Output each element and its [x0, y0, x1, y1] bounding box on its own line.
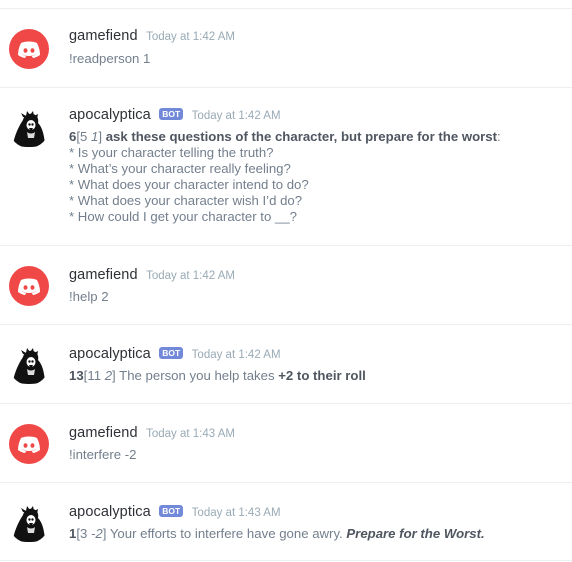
message-text: !help 2	[69, 289, 109, 304]
skull-figure-icon	[9, 108, 49, 148]
bot-avatar[interactable]	[9, 503, 49, 543]
bot-badge: BOT	[159, 505, 184, 517]
roll-total: 13	[69, 368, 84, 383]
roll-result: 13[11 2] The person you help takes +2 to…	[69, 368, 366, 384]
discord-logo-icon	[18, 436, 40, 453]
chat-message: gamefiend Today at 1:42 AM !help 2	[0, 245, 572, 325]
timestamp: Today at 1:42 AM	[146, 270, 235, 282]
question-line: * Is your character telling the truth?	[69, 145, 274, 160]
roll-outcome: Your efforts to interfere have gone awry…	[106, 526, 347, 541]
timestamp: Today at 1:43 AM	[146, 428, 235, 440]
username[interactable]: gamefiend	[69, 425, 138, 441]
bot-badge: BOT	[159, 347, 184, 359]
chat-message: gamefiend Today at 1:43 AM !interfere -2	[0, 403, 572, 483]
roll-bonus: +2 to their roll	[278, 368, 366, 383]
bot-avatar[interactable]	[9, 345, 49, 385]
chat-message: apocalyptica BOT Today at 1:42 AM 6[5 1]…	[0, 87, 572, 245]
question-line: * What does your character wish I’d do?	[69, 193, 303, 208]
user-avatar[interactable]	[9, 266, 49, 306]
chat-message: apocalyptica BOT Today at 1:42 AM 13[11 …	[0, 324, 572, 404]
username[interactable]: gamefiend	[69, 28, 138, 44]
discord-logo-icon	[18, 278, 40, 295]
roll-result: 6[5 1] ask these questions of the charac…	[69, 129, 501, 145]
roll-outcome: ask these questions of the character, bu…	[102, 129, 498, 144]
timestamp: Today at 1:42 AM	[146, 31, 235, 43]
roll-warning: Prepare for the Worst.	[346, 526, 485, 541]
timestamp: Today at 1:43 AM	[191, 507, 281, 519]
user-avatar[interactable]	[9, 424, 49, 464]
timestamp: Today at 1:42 AM	[191, 349, 281, 361]
skull-figure-icon	[9, 503, 49, 543]
roll-dice: [5	[76, 129, 92, 144]
question-line: * What does your character intend to do?	[69, 177, 309, 192]
roll-dice: [11	[83, 368, 105, 383]
user-avatar[interactable]	[9, 29, 49, 69]
timestamp: Today at 1:42 AM	[191, 110, 281, 122]
roll-outcome: The person you help takes	[115, 368, 279, 383]
bot-avatar[interactable]	[9, 108, 49, 148]
username[interactable]: apocalyptica	[69, 107, 151, 123]
chat-log: gamefiend Today at 1:42 AM !readperson 1…	[0, 0, 572, 562]
question-line: * How could I get your character to __?	[69, 209, 297, 224]
bot-badge: BOT	[159, 108, 184, 120]
roll-modifier: 2	[104, 368, 113, 383]
roll-modifier: -2	[91, 526, 103, 541]
username[interactable]: gamefiend	[69, 267, 138, 283]
chat-message: gamefiend Today at 1:42 AM !readperson 1	[0, 8, 572, 88]
roll-dice: [3	[76, 526, 92, 541]
discord-logo-icon	[18, 41, 40, 58]
chat-message: apocalyptica BOT Today at 1:43 AM 1[3 -2…	[0, 482, 572, 561]
username[interactable]: apocalyptica	[69, 504, 151, 520]
roll-result: 1[3 -2] Your efforts to interfere have g…	[69, 526, 485, 542]
message-text: !interfere -2	[69, 447, 137, 462]
message-text: !readperson 1	[69, 51, 151, 66]
username[interactable]: apocalyptica	[69, 346, 151, 362]
skull-figure-icon	[9, 345, 49, 385]
question-line: * What’s your character really feeling?	[69, 161, 291, 176]
roll-outcome-tail: :	[497, 129, 501, 144]
